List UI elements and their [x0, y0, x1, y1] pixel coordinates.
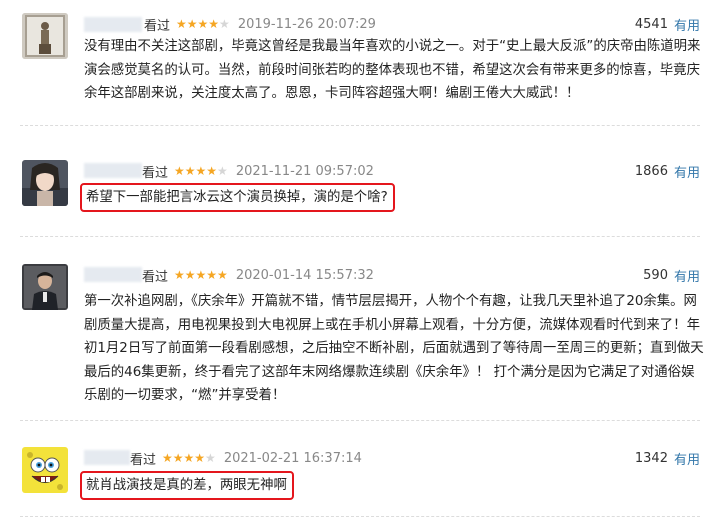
vote-area: 590 有用	[643, 264, 700, 286]
divider	[20, 236, 700, 238]
divider	[20, 420, 700, 422]
highlighted-comment-box: 就肖战演技是真的差，两眼无神啊	[80, 471, 294, 500]
vote-area: 1866 有用	[635, 160, 700, 182]
user-avatar[interactable]	[22, 447, 68, 493]
username-blurred[interactable]	[84, 450, 130, 465]
review-meta: 看过 ★★★★★ 2021-11-21 09:57:02	[142, 160, 374, 182]
watch-status: 看过	[142, 165, 169, 181]
spongebob-avatar-image	[22, 447, 68, 493]
vote-count: 590	[643, 267, 668, 283]
vote-area: 4541 有用	[635, 13, 700, 35]
statue-avatar-image	[22, 13, 68, 59]
divider	[20, 516, 700, 518]
username-blurred[interactable]	[84, 163, 142, 178]
review-meta: 看过 ★★★★★ 2019-11-26 20:07:29	[84, 13, 376, 35]
man-portrait-avatar-image	[22, 264, 68, 310]
watch-status: 看过	[142, 269, 169, 285]
useful-button[interactable]: 有用	[674, 266, 700, 285]
review-content: 希望下一部能把言冰云这个演员换掉，演的是个啥?	[80, 183, 700, 212]
rating-stars: ★★★★★	[174, 268, 228, 282]
watch-status: 看过	[130, 452, 157, 468]
watch-status: 看过	[144, 18, 171, 34]
review-meta: 看过 ★★★★★ 2021-02-21 16:37:14	[130, 447, 362, 469]
user-avatar[interactable]	[22, 160, 68, 206]
review-time: 2021-11-21 09:57:02	[235, 163, 374, 179]
rating-stars: ★★★★★	[162, 451, 216, 465]
vote-count: 4541	[634, 16, 668, 32]
anime-girl-avatar-image	[22, 160, 68, 206]
review-meta: 看过 ★★★★★ 2020-01-14 15:57:32	[142, 264, 374, 286]
vote-count: 1342	[634, 450, 668, 466]
useful-button[interactable]: 有用	[674, 449, 700, 468]
review-time: 2019-11-26 20:07:29	[237, 16, 376, 32]
user-avatar[interactable]	[22, 264, 68, 310]
vote-count: 1866	[634, 163, 668, 179]
divider	[20, 125, 700, 127]
username-blurred[interactable]	[84, 267, 142, 282]
useful-button[interactable]: 有用	[674, 15, 700, 34]
useful-button[interactable]: 有用	[674, 162, 700, 181]
review-time: 2021-02-21 16:37:14	[223, 450, 362, 466]
review-content: 就肖战演技是真的差，两眼无神啊	[80, 471, 700, 500]
rating-stars: ★★★★★	[174, 164, 228, 178]
review-time: 2020-01-14 15:57:32	[235, 267, 374, 283]
highlighted-comment-box: 希望下一部能把言冰云这个演员换掉，演的是个啥?	[80, 183, 395, 212]
rating-stars: ★★★★★	[176, 17, 230, 31]
review-content: 没有理由不关注这部剧，毕竟这曾经是我最当年喜欢的小说之一。对于“史上最大反派”的…	[84, 39, 701, 102]
review-content: 第一次补追网剧，《庆余年》开篇就不错，情节层层揭开，人物个个有趣，让我几天里补追…	[84, 294, 704, 404]
vote-area: 1342 有用	[635, 447, 700, 469]
username-blurred[interactable]	[84, 16, 142, 32]
user-avatar[interactable]	[22, 13, 68, 59]
